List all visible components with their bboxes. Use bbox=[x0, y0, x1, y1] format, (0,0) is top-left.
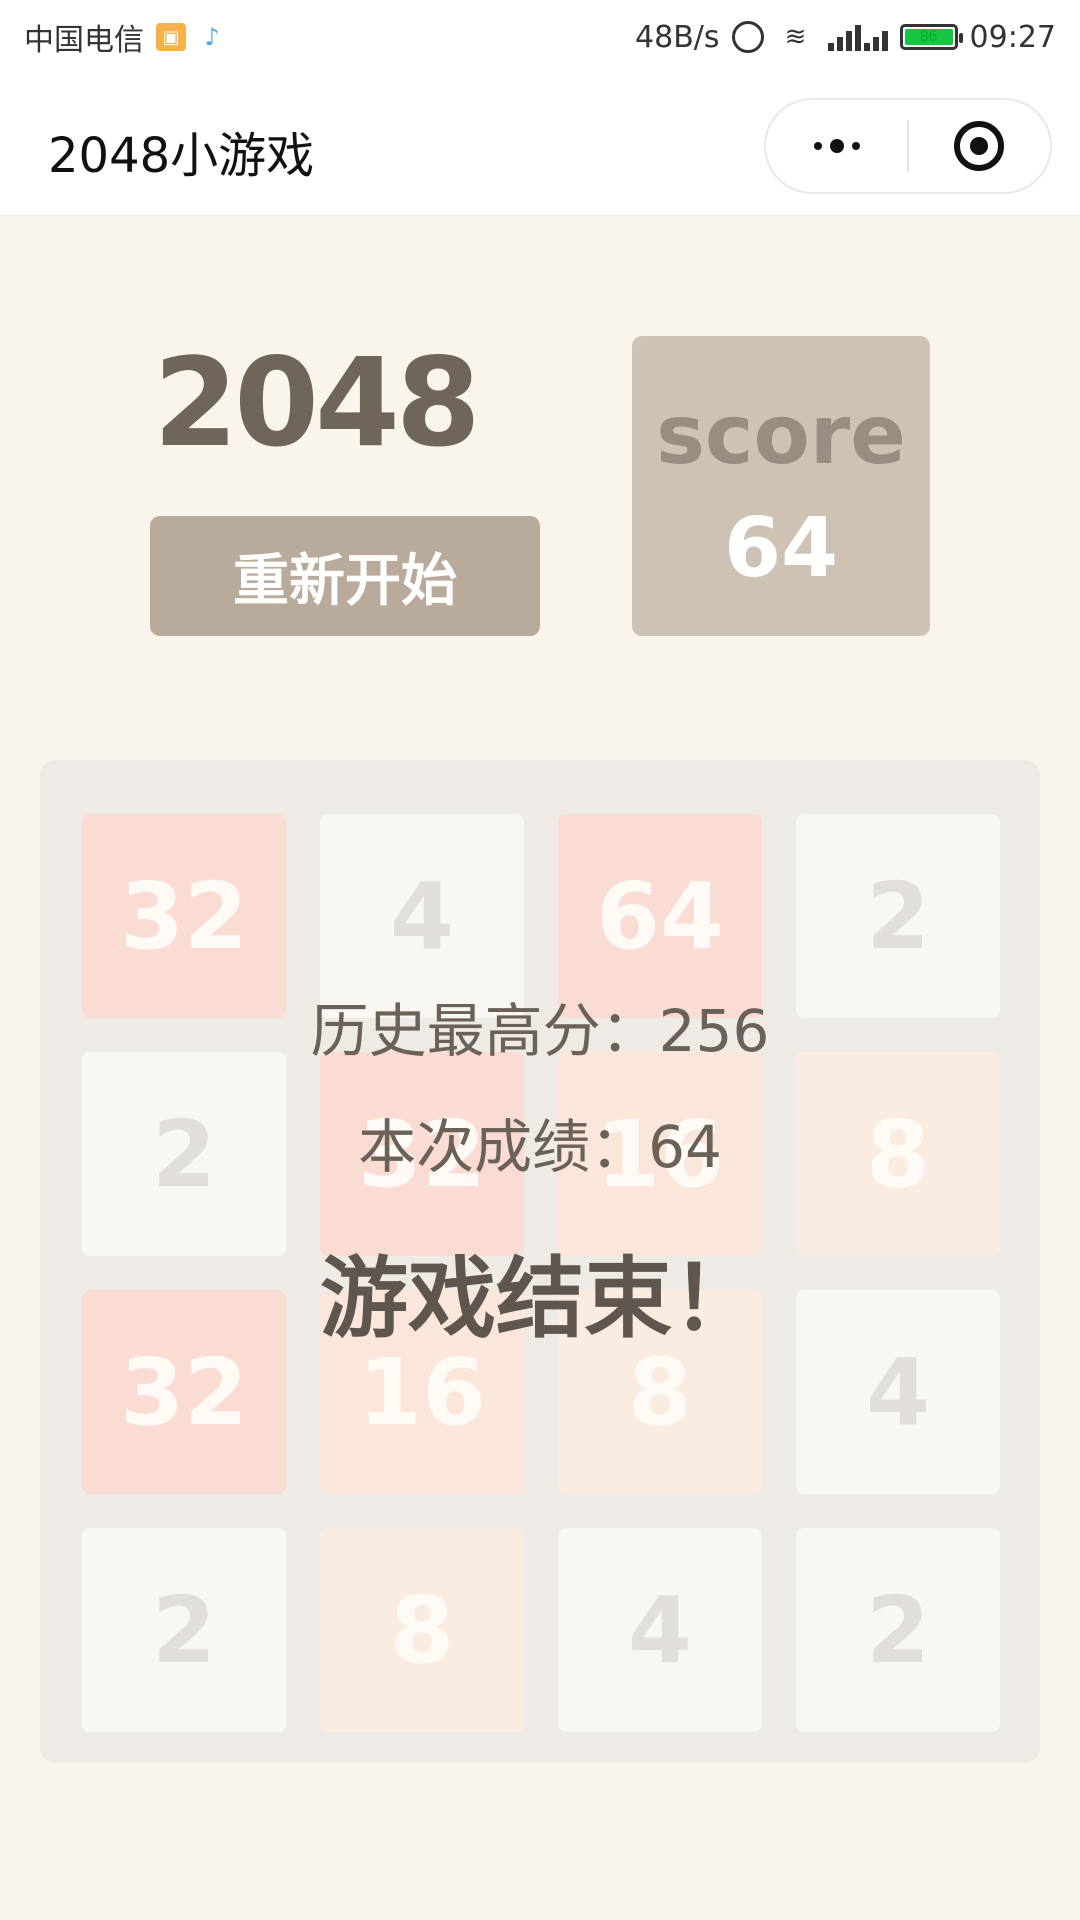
notification-badge-icon: ▣ bbox=[156, 23, 186, 51]
more-button[interactable] bbox=[766, 100, 907, 192]
alarm-icon bbox=[731, 21, 764, 53]
status-left: 中国电信 ▣ ♪ bbox=[24, 15, 226, 59]
game-over-message: 游戏结束！ bbox=[319, 1247, 760, 1350]
tile: 8 bbox=[320, 1528, 524, 1732]
carrier-name: 中国电信 bbox=[24, 23, 144, 58]
tile: 4 bbox=[558, 1528, 762, 1732]
restart-button[interactable]: 重新开始 bbox=[150, 516, 540, 636]
score-box: score 64 bbox=[632, 336, 930, 636]
status-right: 48B/s ≋ 86 09:27 bbox=[635, 20, 1056, 55]
bell-icon: ♪ bbox=[204, 23, 220, 51]
current-score-text: 本次成绩：64 bbox=[358, 1113, 722, 1181]
high-score-text: 历史最高分：256 bbox=[310, 997, 770, 1065]
game-title: 2048 bbox=[153, 332, 481, 474]
tile: 2 bbox=[82, 1528, 286, 1732]
mini-program-title-bar: 2048小游戏 bbox=[0, 74, 1080, 216]
tile: 2 bbox=[796, 1528, 1000, 1732]
battery-icon: 86 bbox=[899, 24, 963, 50]
signal-icon bbox=[827, 23, 888, 51]
page-title: 2048小游戏 bbox=[48, 128, 315, 184]
status-bar: 中国电信 ▣ ♪ 48B/s ≋ 86 09:27 bbox=[0, 0, 1080, 74]
score-value: 64 bbox=[723, 501, 839, 596]
network-speed: 48B/s bbox=[635, 19, 720, 55]
clock-time: 09:27 bbox=[969, 19, 1056, 55]
battery-level: 86 bbox=[904, 29, 953, 45]
close-button[interactable] bbox=[909, 100, 1050, 192]
score-label: score bbox=[656, 388, 906, 483]
wifi-icon: ≋ bbox=[784, 22, 807, 52]
more-dots-icon bbox=[813, 139, 860, 153]
target-close-icon bbox=[954, 121, 1005, 171]
capsule-menu bbox=[764, 98, 1052, 194]
